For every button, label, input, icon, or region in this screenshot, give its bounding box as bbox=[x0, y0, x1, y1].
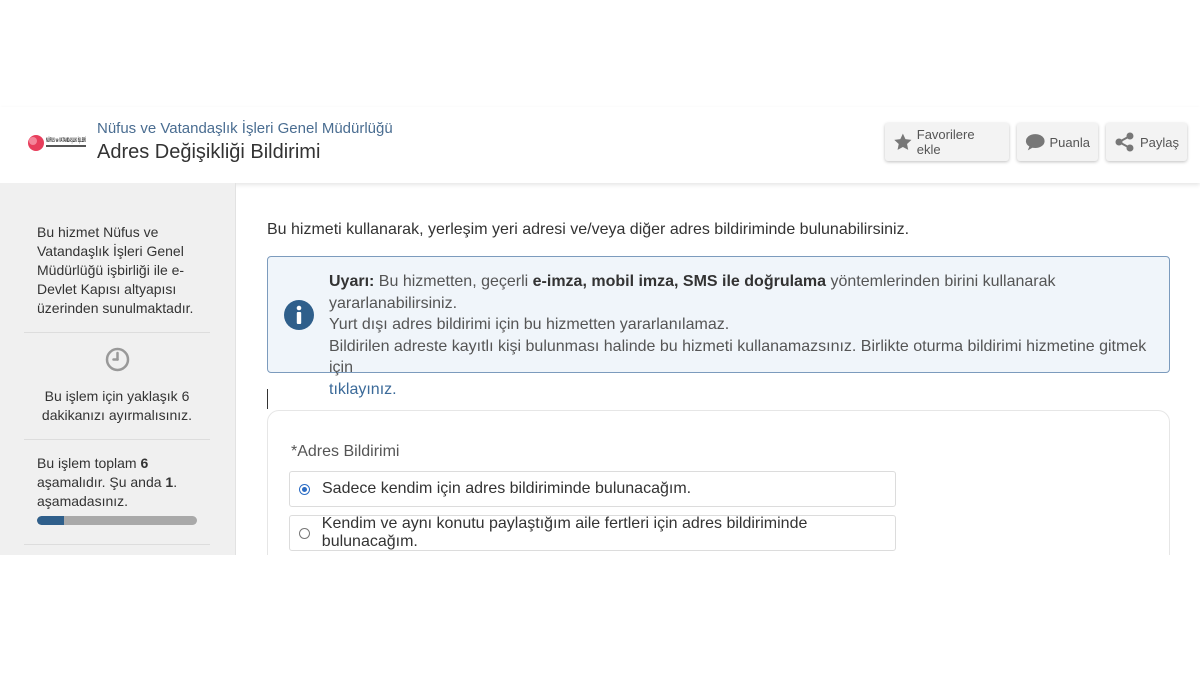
steps-total: 6 bbox=[140, 455, 149, 471]
option-with-family-label: Kendim ve aynı konutu paylaştığım aile f… bbox=[321, 515, 808, 550]
clock-icon bbox=[105, 347, 130, 372]
address-notification-label: *Adres Bildirimi bbox=[291, 443, 400, 460]
alert-line-cohabitation: Bildirilen adreste kayıtlı kişi bulunmas… bbox=[329, 337, 1147, 377]
alert-methods: e-imza, mobil imza, SMS ile doğrulama bbox=[532, 273, 827, 290]
logo-text: NÜFUS ve VATANDAŞLIK İŞLERİ bbox=[46, 137, 86, 144]
info-icon bbox=[284, 300, 314, 330]
progress-bar bbox=[37, 516, 197, 525]
alert-text: Uyarı: Bu hizmetten, geçerli e-imza, mob… bbox=[329, 271, 1169, 400]
alert-label: Uyarı: bbox=[329, 273, 375, 290]
sidebar-divider bbox=[24, 544, 210, 545]
step-info-text: Bu işlem toplam 6 aşamalıdır. Şu anda 1.… bbox=[37, 455, 178, 509]
rate-label: Puanla bbox=[1049, 134, 1090, 150]
text-cursor bbox=[267, 389, 268, 409]
intro-text: Bu hizmeti kullanarak, yerleşim yeri adr… bbox=[267, 221, 910, 238]
service-info-text: Bu hizmet Nüfus ve Vatandaşlık İşleri Ge… bbox=[37, 224, 194, 316]
favorite-label: Favorilere ekle bbox=[916, 127, 975, 157]
duration-text: Bu işlem için yaklaşık 6 dakikanızı ayır… bbox=[41, 388, 193, 423]
sidebar-divider bbox=[24, 332, 210, 333]
page-title: Adres Değişikliği Bildirimi bbox=[97, 141, 321, 163]
nvi-logo: NÜFUS ve VATANDAŞLIK İŞLERİ bbox=[28, 135, 86, 151]
option-self-only-label: Sadece kendim için adres bildiriminde bu… bbox=[322, 480, 692, 497]
radio-self-only[interactable] bbox=[299, 483, 310, 495]
share-button[interactable]: Paylaş bbox=[1106, 123, 1187, 161]
favorite-button[interactable]: Favorilere ekle bbox=[885, 123, 1009, 161]
option-self-only[interactable]: Sadece kendim için adres bildiriminde bu… bbox=[289, 471, 896, 507]
page-header: NÜFUS ve VATANDAŞLIK İŞLERİ Nüfus ve Vat… bbox=[0, 107, 1200, 183]
share-label: Paylaş bbox=[1139, 134, 1179, 150]
sidebar: Bu hizmet Nüfus ve Vatandaşlık İşleri Ge… bbox=[0, 183, 236, 555]
progress-fill bbox=[37, 516, 64, 525]
warning-alert: Uyarı: Bu hizmetten, geçerli e-imza, mob… bbox=[267, 256, 1170, 398]
share-icon bbox=[1115, 132, 1134, 152]
cohabitation-link[interactable]: tıklayınız. bbox=[329, 381, 397, 398]
option-with-family[interactable]: Kendim ve aynı konutu paylaştığım aile f… bbox=[289, 515, 896, 551]
main-content: Bu hizmeti kullanarak, yerleşim yeri adr… bbox=[236, 183, 1200, 555]
sidebar-divider bbox=[24, 439, 210, 440]
speech-bubble-icon bbox=[1025, 134, 1045, 151]
alert-line-abroad: Yurt dışı adres bildirimi için bu hizmet… bbox=[329, 316, 730, 333]
agency-name[interactable]: Nüfus ve Vatandaşlık İşleri Genel Müdürl… bbox=[97, 120, 393, 137]
radio-with-family[interactable] bbox=[299, 527, 310, 539]
address-form-card: *Adres Bildirimi Sadece kendim için adre… bbox=[267, 410, 1170, 555]
star-icon bbox=[894, 133, 912, 150]
rate-button[interactable]: Puanla bbox=[1017, 123, 1098, 161]
